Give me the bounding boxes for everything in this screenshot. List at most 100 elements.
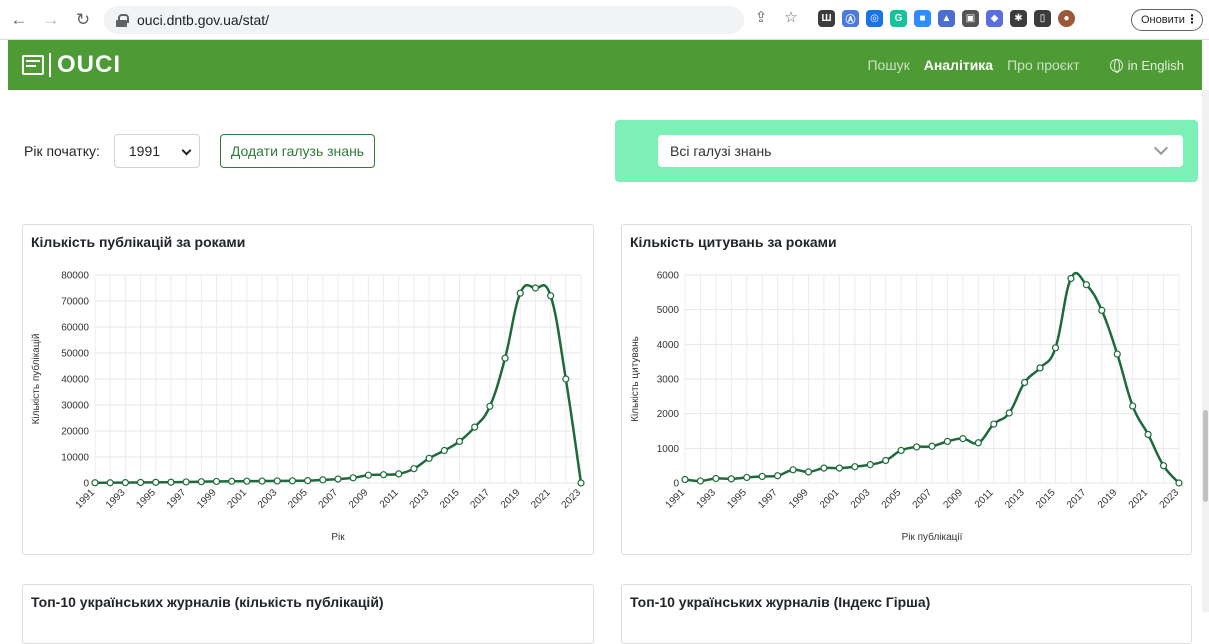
data-point[interactable] (866, 461, 874, 469)
data-point[interactable] (562, 375, 570, 383)
data-point[interactable] (531, 284, 540, 292)
data-point[interactable] (727, 475, 735, 483)
data-point[interactable] (319, 476, 327, 484)
extension-icon[interactable]: ▣ (962, 10, 979, 27)
data-point[interactable] (1005, 409, 1013, 417)
field-select[interactable]: Всі галузі знань (658, 135, 1183, 167)
data-point[interactable] (1082, 281, 1090, 289)
data-point[interactable] (1175, 479, 1183, 487)
data-point[interactable] (258, 477, 266, 485)
avatar-icon[interactable]: ● (1058, 10, 1075, 27)
start-year-select[interactable]: 1991 (113, 134, 200, 168)
data-point[interactable] (943, 437, 952, 445)
data-point[interactable] (1051, 344, 1060, 352)
translate-icon[interactable]: Ш (818, 10, 835, 27)
data-point[interactable] (288, 477, 297, 485)
data-point[interactable] (410, 465, 418, 473)
cap-icon[interactable]: ▲ (938, 10, 955, 27)
data-point[interactable] (789, 466, 797, 474)
data-point[interactable] (897, 446, 905, 455)
y-tick-label: 1000 (657, 444, 680, 455)
x-tick-label: 2015 (438, 487, 462, 511)
data-point[interactable] (547, 292, 555, 300)
reload-icon[interactable]: ↻ (70, 7, 96, 33)
data-point[interactable] (212, 477, 221, 486)
address-bar[interactable]: ouci.dntb.gov.ua/stat/ (104, 6, 744, 34)
data-point[interactable] (696, 477, 705, 485)
data-point[interactable] (743, 473, 751, 482)
data-point[interactable] (152, 478, 160, 486)
data-point[interactable] (136, 478, 145, 487)
data-point[interactable] (1036, 364, 1044, 372)
data-point[interactable] (882, 456, 890, 465)
ring-icon[interactable]: ◎ (866, 10, 883, 27)
data-point[interactable] (990, 420, 998, 428)
data-point[interactable] (455, 437, 464, 445)
data-point[interactable] (1129, 402, 1137, 410)
scrollbar-thumb[interactable] (1203, 410, 1208, 502)
lock-icon[interactable] (116, 13, 129, 27)
data-point[interactable] (91, 479, 99, 487)
y-axis-label: Кількість цитувань (630, 336, 641, 422)
data-point[interactable] (182, 478, 190, 486)
sidepanel-icon[interactable]: ▯ (1034, 10, 1051, 27)
data-point[interactable] (1098, 306, 1106, 314)
data-point[interactable] (835, 464, 843, 472)
data-point[interactable] (121, 479, 129, 487)
data-point[interactable] (1113, 350, 1121, 358)
data-point[interactable] (228, 477, 236, 485)
data-point[interactable] (243, 477, 251, 485)
data-point[interactable] (486, 402, 494, 410)
update-button[interactable]: Оновити ⋮ (1131, 9, 1203, 31)
data-point[interactable] (820, 464, 828, 472)
nav-link-search[interactable]: Пошук (867, 57, 909, 73)
data-point[interactable] (758, 472, 766, 481)
add-field-button[interactable]: Додати галузь знань (219, 134, 376, 168)
data-point[interactable] (774, 472, 782, 480)
data-point[interactable] (364, 471, 372, 479)
bookmark-star-icon[interactable]: ☆ (782, 8, 800, 26)
forward-icon[interactable]: → (38, 7, 64, 33)
shield-icon[interactable]: ◆ (986, 10, 1003, 27)
data-point[interactable] (334, 475, 342, 483)
data-point[interactable] (1021, 378, 1029, 387)
x-tick-label: 2015 (1034, 487, 1058, 511)
data-point[interactable] (379, 471, 388, 479)
data-point[interactable] (349, 474, 357, 482)
data-point[interactable] (197, 478, 205, 486)
data-point[interactable] (106, 479, 114, 487)
data-point[interactable] (1159, 462, 1168, 470)
data-point[interactable] (395, 470, 403, 478)
share-icon[interactable]: ⇪ (752, 8, 770, 26)
site-logo[interactable]: OUCI (22, 51, 121, 79)
data-point[interactable] (928, 442, 936, 450)
data-point[interactable] (851, 463, 859, 471)
data-point[interactable] (912, 443, 921, 451)
zoom-icon[interactable]: ■ (914, 10, 931, 27)
data-point[interactable] (273, 477, 281, 485)
data-point[interactable] (425, 454, 433, 462)
translate2-icon[interactable]: Ⓐ (842, 10, 859, 27)
nav-link-analytics[interactable]: Аналітика (924, 57, 993, 73)
back-icon[interactable]: ← (6, 7, 32, 33)
grammarly-icon[interactable]: G (890, 10, 907, 27)
data-point[interactable] (959, 435, 967, 443)
data-point[interactable] (712, 474, 720, 483)
data-point[interactable] (681, 475, 689, 484)
data-point[interactable] (1144, 430, 1152, 439)
data-point[interactable] (1067, 274, 1075, 283)
data-point[interactable] (577, 479, 585, 487)
data-point[interactable] (167, 478, 175, 486)
puzzle-icon[interactable]: ✱ (1010, 10, 1027, 27)
data-point[interactable] (471, 423, 479, 431)
page-scrollbar[interactable] (1202, 90, 1209, 612)
data-point[interactable] (974, 439, 982, 447)
data-point[interactable] (501, 354, 509, 362)
data-point[interactable] (516, 289, 524, 297)
data-point[interactable] (804, 468, 813, 476)
nav-link-about[interactable]: Про проєкт (1007, 57, 1080, 73)
menu-dots-icon[interactable]: ⋮ (1186, 12, 1198, 26)
data-point[interactable] (304, 477, 312, 485)
data-point[interactable] (440, 446, 448, 455)
language-switch[interactable]: in English (1109, 58, 1184, 73)
